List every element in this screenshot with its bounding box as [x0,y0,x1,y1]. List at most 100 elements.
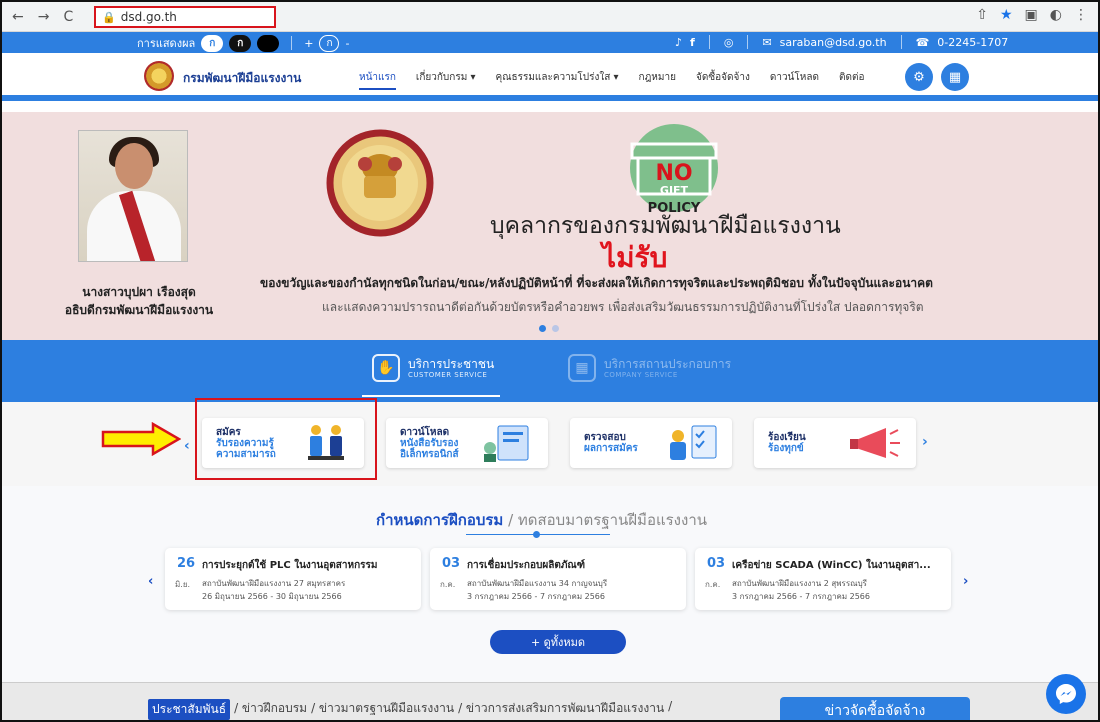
carousel-dots [539,325,559,332]
training-place: สถาบันพัฒนาฝีมือแรงงาน 2 สุพรรณบุรี [732,579,867,588]
card-download-ecert[interactable]: ดาวน์โหลด หนังสือรับรอง อิเล็กทรอนิกส์ [386,418,548,468]
cards-next-arrow[interactable]: › [922,434,928,450]
megaphone-illustration-icon [850,428,900,458]
card-line: หนังสือรับรอง [400,438,459,449]
profile-icon[interactable]: ◐ [1050,7,1062,23]
card-line: อิเล็กทรอนิกส์ [400,449,459,460]
card-line: ร้องเรียน [768,432,806,443]
font-plus-button[interactable]: + [304,37,313,50]
divider [900,35,902,49]
font-normal-button[interactable]: ก [319,34,340,52]
card-line: ผลการสมัคร [584,443,638,454]
nav-law[interactable]: กฎหมาย [639,70,676,90]
carousel-dot[interactable] [539,325,546,332]
browser-window: ← → C 🔒 dsd.go.th ⇧ ★ ▣ ◐ ⋮ การแสดงผล ก … [0,0,1100,722]
view-all-button[interactable]: + ดูทั้งหมด [490,630,626,654]
badge-gift-text: GIFT [660,184,689,197]
nav-procurement[interactable]: จัดซื้อจัดจ้าง [696,70,750,90]
news-tab-standards[interactable]: / ข่าวมาตรฐานฝีมือแรงงาน [311,699,454,720]
checklist-illustration-icon [670,425,717,460]
director-portrait [78,130,188,262]
phone-link[interactable]: 0-2245-1707 [937,36,1008,49]
divider [291,36,293,50]
training-dates: 3 กรกฎาคม 2566 - 7 กรกฎาคม 2566 [732,592,870,601]
training-dates: 3 กรกฎาคม 2566 - 7 กรกฎาคม 2566 [467,592,605,601]
training-month: ก.ค. [440,580,456,589]
tab-label: บริการสถานประกอบการ [604,357,732,371]
training-prev-arrow[interactable]: ‹ [148,574,153,589]
nav-integrity[interactable]: คุณธรรมและความโปร่งใส ▾ [496,70,619,90]
display-label: การแสดงผล [137,37,196,50]
nav-contact[interactable]: ติดต่อ [839,70,865,90]
card-line: ร้องทุกข์ [768,443,804,454]
news-tab-sep: / [668,699,673,713]
url-text: dsd.go.th [120,10,177,24]
tab-company-service[interactable]: ▦ บริการสถานประกอบการ COMPANY SERVICE [568,354,731,382]
address-bar[interactable]: 🔒 dsd.go.th [94,6,276,28]
hero-line-1: ของขวัญและของกำนัลทุกชนิดในก่อน/ขณะ/หลัง… [260,276,933,290]
cards-prev-arrow[interactable]: ‹ [184,438,190,454]
procurement-news-button[interactable]: ข่าวจัดซื้อจัดจ้าง [780,697,970,720]
card-line: ดาวน์โหลด [400,427,450,438]
tab-customer-service[interactable]: ✋ บริการประชาชน CUSTOMER SERVICE [361,354,501,397]
carousel-dot[interactable] [552,325,559,332]
tab-sublabel: CUSTOMER SERVICE [408,371,488,379]
training-day: 03 [442,556,461,571]
bookmark-star-icon[interactable]: ★ [1000,7,1013,23]
nav-download[interactable]: ดาวน์โหลด [770,70,819,90]
director-title: อธิบดีกรมพัฒนาฝีมือแรงงาน [64,303,214,317]
line-icon[interactable]: ◎ [724,36,734,49]
training-tab-inactive[interactable]: ทดสอบมาตรฐานฝีมือแรงงาน [518,511,707,529]
dsd-logo[interactable] [144,61,174,91]
card-line: ตรวจสอบ [584,432,626,443]
title-dot [533,531,540,538]
news-section: ประชาสัมพันธ์ / ข่าวฝึกอบรม / ข่าวมาตรฐา… [2,682,1098,720]
reload-button[interactable]: C [63,9,73,25]
card-complaint[interactable]: ร้องเรียน ร้องทุกข์ [754,418,916,468]
news-tab-training[interactable]: / ข่าวฝึกอบรม [234,699,307,720]
department-seal-icon [326,129,434,237]
news-tab-promotion[interactable]: / ข่าวการส่งเสริมการพัฒนาฝีมือแรงงาน [458,699,664,720]
contrast-normal-button[interactable]: ก [201,34,224,52]
tab-search-icon[interactable]: ▣ [1025,7,1038,23]
email-link[interactable]: saraban@dsd.go.th [780,36,887,49]
font-minus-button[interactable]: - [345,37,349,50]
menu-kebab-icon[interactable]: ⋮ [1074,7,1088,23]
training-card[interactable]: 26 มิ.ย. การประยุกต์ใช้ PLC ในงานอุตสาหก… [165,548,421,610]
training-name: เครือข่าย SCADA (WinCC) ในงานอุตสา... [732,560,931,571]
tab-sublabel: COMPANY SERVICE [604,371,678,379]
service-tabs-bar: ✋ บริการประชาชน CUSTOMER SERVICE ▦ บริกา… [2,340,1098,402]
tab-label: บริการประชาชน [408,357,495,371]
contrast-dark-button[interactable]: ก [229,34,252,52]
news-tab-pr[interactable]: ประชาสัมพันธ์ [148,699,231,720]
document-download-illustration-icon [484,425,529,462]
director-name: นางสาวบุปผา เรืองสุด [82,285,196,299]
training-dates: 26 มิถุนายน 2566 - 30 มิถุนายน 2566 [202,592,342,601]
training-tab-active[interactable]: กำหนดการฝึกอบรม [376,511,503,529]
training-day: 03 [707,556,726,571]
building-icon-button[interactable]: ▦ [941,63,969,91]
network-icon-button[interactable]: ⚙ [905,63,933,91]
back-button[interactable]: ← [12,9,24,25]
contrast-black-button[interactable] [257,34,280,52]
no-gift-policy-badge: NO GIFT POLICY [630,124,718,216]
messenger-chat-button[interactable] [1046,674,1086,714]
share-icon[interactable]: ⇧ [976,7,988,23]
training-card[interactable]: 03 ก.ค. เครือข่าย SCADA (WinCC) ในงานอุต… [695,548,951,610]
badge-no-text: NO [655,161,692,186]
training-card[interactable]: 03 ก.ค. การเชื่อมประกอบผลิตภัณฑ์ สถาบันพ… [430,548,686,610]
messenger-icon [1056,684,1076,704]
training-next-arrow[interactable]: › [963,574,968,589]
lock-icon: 🔒 [102,10,116,24]
hero-banner: นางสาวบุปผา เรืองสุด อธิบดีกรมพัฒนาฝีมือ… [2,112,1098,340]
training-day: 26 [177,556,196,571]
tiktok-icon[interactable]: ♪ [675,36,682,49]
nav-about[interactable]: เกี่ยวกับกรม ▾ [416,70,476,90]
nav-home[interactable]: หน้าแรก [359,70,396,90]
forward-button[interactable]: → [38,9,50,25]
training-name: การเชื่อมประกอบผลิตภัณฑ์ [467,560,585,571]
brand-name[interactable]: กรมพัฒนาฝีมือแรงงาน [183,69,301,88]
facebook-icon[interactable]: f [690,36,695,49]
divider [747,35,749,49]
card-check-application[interactable]: ตรวจสอบ ผลการสมัคร [570,418,732,468]
